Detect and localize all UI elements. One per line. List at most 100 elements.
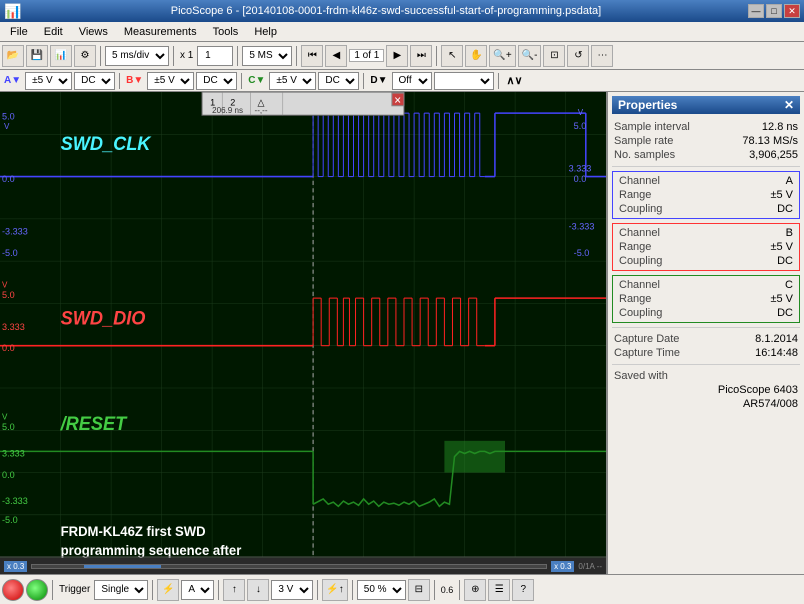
title-bar: 📊 PicoScope 6 - [20140108-0001-frdm-kl46… [0, 0, 804, 22]
ch-a-channel-value: A [786, 175, 793, 187]
channel-c-label: C▼ [246, 75, 267, 86]
svg-text:5.0: 5.0 [2, 290, 15, 300]
svg-text:5.0: 5.0 [2, 422, 15, 432]
zoom-out-button[interactable]: 🔍- [518, 45, 542, 67]
saved-with-value-row: PicoScope 6403 [612, 383, 800, 397]
prev-frame-button[interactable]: ⏮ [301, 45, 323, 67]
trigger-threshold-select[interactable]: 3 V [271, 580, 313, 600]
trigger-label: Trigger [57, 584, 92, 595]
extra-button[interactable]: ⋯ [591, 45, 613, 67]
save-button[interactable]: 💾 [26, 45, 48, 67]
channel-b-label: B▼ [124, 75, 145, 86]
pan-button[interactable]: ✋ [465, 45, 487, 67]
menu-help[interactable]: Help [248, 24, 283, 40]
channel-a-section: Channel A Range ±5 V Coupling DC [612, 171, 800, 219]
zoom-fit-status-button[interactable]: ⊟ [408, 579, 430, 601]
toolbar-sep-2 [173, 46, 174, 66]
trigger-down-button[interactable]: ↓ [247, 579, 269, 601]
menu-views[interactable]: Views [73, 24, 114, 40]
ch-c-channel-row: Channel C [617, 278, 795, 292]
menu-measurements[interactable]: Measurements [118, 24, 203, 40]
math-label: ∧∨ [503, 74, 527, 87]
add-measurement-button[interactable]: ⊕ [464, 579, 486, 601]
channel-c-coupling-select[interactable]: DC [318, 72, 359, 90]
svg-text:V: V [2, 280, 8, 289]
ch-b-channel-label: Channel [619, 227, 660, 239]
next-frame-button[interactable]: ⏭ [410, 45, 432, 67]
samples-select[interactable]: 5 MS [242, 46, 292, 66]
cursor-arrow-button[interactable]: ↖ [441, 45, 463, 67]
capture-date-value: 8.1.2014 [755, 333, 798, 345]
divider-3 [612, 364, 800, 365]
menu-tools[interactable]: Tools [207, 24, 245, 40]
svg-text:0.0: 0.0 [2, 174, 15, 184]
sample-interval-row: Sample interval 12.8 ns [612, 120, 800, 134]
svg-text:✕: ✕ [394, 95, 402, 105]
timebase-select[interactable]: 5 ms/div [105, 46, 169, 66]
menu-file[interactable]: File [4, 24, 34, 40]
properties-close-button[interactable]: ✕ [784, 98, 794, 112]
svg-text:/RESET: /RESET [60, 413, 128, 434]
oscilloscope-panel[interactable]: 1 2 △ 206.9 ns --,-- ✕ 5.0 V 0.0 -3.333 … [0, 92, 606, 574]
prev-button[interactable]: ◀ [325, 45, 347, 67]
status-sep-5 [352, 580, 353, 600]
divider-1 [612, 166, 800, 167]
frame-counter: 0.6 [439, 585, 456, 595]
ch-a-range-row: Range ±5 V [617, 188, 795, 202]
saved-with-model-value: AR574/008 [743, 398, 798, 410]
properties-title: Properties ✕ [612, 96, 800, 114]
help-status-button[interactable]: ? [512, 579, 534, 601]
status-sep-7 [459, 580, 460, 600]
ch-b-range-value: ±5 V [770, 241, 793, 253]
trigger-settings-button[interactable]: ⚡ [157, 579, 179, 601]
settings-button[interactable]: ⚙ [74, 45, 96, 67]
trigger-mode-select[interactable]: Single [94, 580, 148, 600]
menu-edit[interactable]: Edit [38, 24, 69, 40]
svg-text:FRDM-KL46Z first SWD: FRDM-KL46Z first SWD [61, 524, 206, 539]
window-controls[interactable]: — □ ✕ [748, 4, 800, 18]
next-button[interactable]: ▶ [386, 45, 408, 67]
zoom-track[interactable] [31, 564, 547, 569]
bar-chart-button[interactable]: 📊 [50, 45, 72, 67]
ch-c-coupling-row: Coupling DC [617, 306, 795, 320]
capture-time-label: Capture Time [614, 347, 680, 359]
zoom-percent-select[interactable]: 50 % [357, 580, 406, 600]
channel-sep-4 [498, 73, 499, 89]
options-button[interactable]: ☰ [488, 579, 510, 601]
status-red-indicator [2, 579, 24, 601]
zoom-input[interactable] [197, 46, 233, 66]
channel-b-coupling-select[interactable]: DC [196, 72, 237, 90]
saved-with-row: Saved with [612, 369, 800, 383]
channel-sep-2 [241, 73, 242, 89]
minimize-button[interactable]: — [748, 4, 764, 18]
ch-b-range-row: Range ±5 V [617, 240, 795, 254]
trigger-type-button[interactable]: ⚡↑ [322, 579, 347, 601]
svg-text:programming sequence after: programming sequence after [61, 543, 242, 558]
channel-a-coupling-select[interactable]: DC [74, 72, 115, 90]
zoom-in-button[interactable]: 🔍+ [489, 45, 515, 67]
channel-d-range-select[interactable] [434, 72, 494, 90]
close-button[interactable]: ✕ [784, 4, 800, 18]
channel-a-range-select[interactable]: ±5 V [25, 72, 72, 90]
sample-rate-value: 78.13 MS/s [742, 135, 798, 147]
trigger-up-button[interactable]: ↑ [223, 579, 245, 601]
maximize-button[interactable]: □ [766, 4, 782, 18]
svg-text:206.9 ns: 206.9 ns [212, 106, 243, 115]
trigger-channel-select[interactable]: A [181, 580, 214, 600]
osc-zoom-bar: x 0.3 x 0.3 0/1A -- [0, 558, 606, 574]
channel-b-range-select[interactable]: ±5 V [147, 72, 194, 90]
zoom-fit-button[interactable]: ⊡ [543, 45, 565, 67]
channel-d-coupling-select[interactable]: Off [392, 72, 432, 90]
status-sep-1 [52, 580, 53, 600]
sample-interval-value: 12.8 ns [762, 121, 798, 133]
no-samples-row: No. samples 3,906,255 [612, 148, 800, 162]
ch-b-channel-value: B [786, 227, 793, 239]
channel-bar: A▼ ±5 V DC B▼ ±5 V DC C▼ ±5 V DC D▼ Off … [0, 70, 804, 92]
open-file-button[interactable]: 📂 [2, 45, 24, 67]
ch-a-channel-label: Channel [619, 175, 660, 187]
zoom-reset-button[interactable]: ↺ [567, 45, 589, 67]
status-sep-6 [434, 580, 435, 600]
saved-with-model-row: AR574/008 [612, 397, 800, 411]
toolbar-sep-4 [296, 46, 297, 66]
channel-c-range-select[interactable]: ±5 V [269, 72, 316, 90]
